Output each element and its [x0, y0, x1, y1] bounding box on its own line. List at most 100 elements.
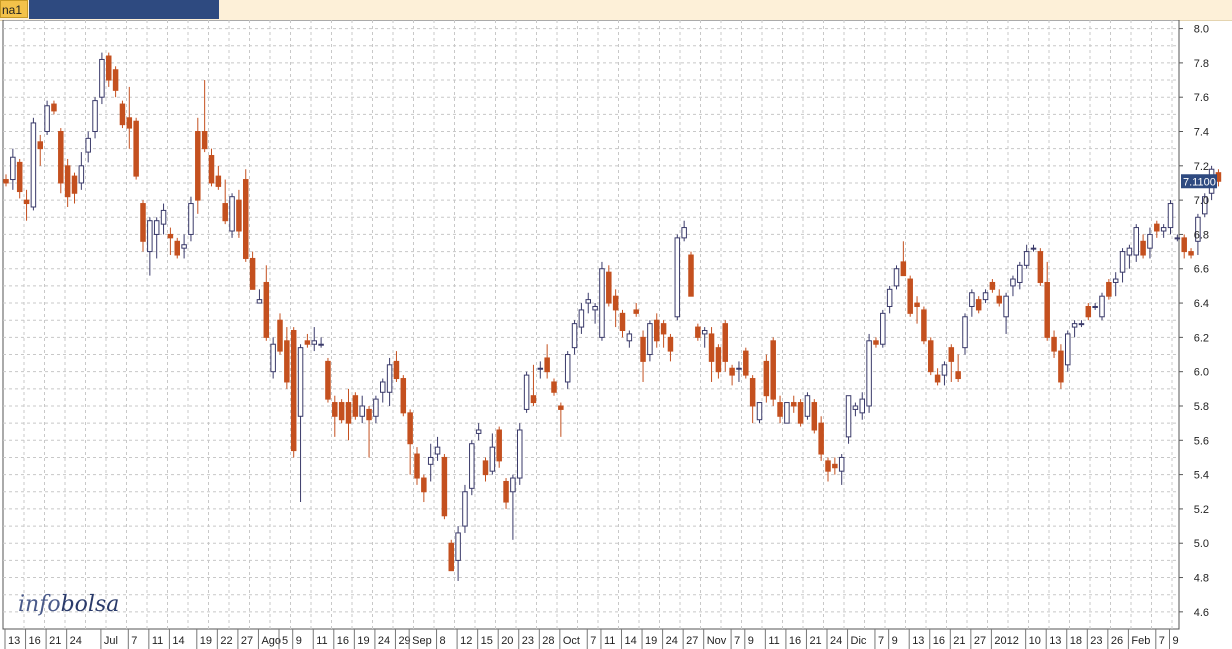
candle-body	[318, 343, 324, 346]
candle-body	[838, 456, 845, 472]
candle-body	[352, 395, 359, 417]
candle-body	[756, 402, 763, 421]
y-tick-label: 7.0	[1194, 195, 1209, 207]
candle-body	[195, 131, 201, 201]
candle-body	[928, 340, 934, 373]
candle-body	[667, 336, 674, 352]
y-tick-label: 7.4	[1194, 127, 1209, 139]
candle-body	[78, 165, 85, 184]
y-tick-label: 6.8	[1194, 229, 1209, 241]
x-tick-label: 18	[1070, 635, 1082, 647]
candle-body	[1154, 223, 1160, 232]
candle-body	[962, 316, 968, 349]
candle-body	[674, 237, 681, 318]
y-tick-label: 7.8	[1194, 58, 1209, 70]
candle-body	[167, 233, 174, 239]
candle-body	[523, 374, 530, 410]
candle-body	[1181, 237, 1187, 253]
candle-body	[1174, 237, 1181, 240]
y-tick-label: 7.6	[1194, 92, 1209, 104]
candle-body	[174, 240, 180, 256]
candle-body	[873, 340, 879, 345]
candle-body	[1017, 264, 1023, 283]
candle-body	[640, 336, 646, 362]
candle-body	[900, 261, 907, 277]
candle-body	[338, 402, 345, 421]
tab-strip[interactable]	[29, 0, 219, 19]
x-tick-label: 9	[892, 635, 898, 647]
x-tick-label: 7	[734, 635, 740, 647]
candle-body	[537, 367, 544, 370]
candle-body	[688, 254, 694, 297]
last-price-tag: 7.1100	[1181, 174, 1217, 189]
x-tick-label: 11	[604, 635, 615, 647]
candle-body	[345, 402, 352, 424]
candle-body	[16, 161, 23, 193]
x-tick-label: 24	[378, 635, 390, 647]
candle-body	[119, 103, 126, 126]
x-tick-label: 15	[481, 635, 493, 647]
x-tick-label: Feb	[1131, 635, 1150, 647]
candle-body	[578, 309, 585, 328]
candle-body	[729, 367, 735, 376]
candle-body	[585, 299, 591, 304]
candle-body	[1065, 333, 1071, 366]
candle-body	[112, 69, 119, 91]
candle-body	[982, 292, 989, 301]
candle-body	[284, 340, 290, 383]
y-tick-label: 5.8	[1194, 401, 1209, 413]
x-tick-label: 13	[8, 635, 20, 647]
x-tick-label: 10	[1029, 635, 1041, 647]
x-tick-label: 21	[49, 635, 61, 647]
x-tick-label: 22	[220, 635, 232, 647]
candle-body	[475, 429, 482, 434]
candle-body	[263, 281, 270, 338]
chart-tab[interactable]: na1	[0, 0, 28, 18]
x-tick-label: 19	[357, 635, 369, 647]
candle-body	[880, 312, 886, 345]
candle-body	[941, 364, 948, 376]
x-tick-label: Nov	[707, 635, 727, 647]
candle-body	[530, 395, 537, 404]
candle-body	[1133, 227, 1139, 256]
x-tick-label: 19	[645, 635, 657, 647]
candle-body	[64, 165, 71, 198]
candle-body	[1126, 247, 1133, 256]
candle-body	[85, 137, 91, 153]
y-tick-label: 6.2	[1194, 332, 1209, 344]
candle-body	[181, 244, 187, 249]
candle-body	[215, 175, 222, 187]
x-tick-label: 11	[316, 635, 327, 647]
x-tick-label: 11	[152, 635, 163, 647]
candle-body	[564, 354, 571, 383]
candle-body	[777, 402, 783, 417]
x-tick-label: 26	[1111, 635, 1123, 647]
candle-body	[421, 477, 427, 493]
candle-body	[1140, 240, 1146, 256]
candle-body	[784, 402, 790, 424]
candle-body	[1078, 323, 1085, 326]
y-tick-label: 5.0	[1194, 538, 1209, 550]
y-tick-label: 5.6	[1194, 435, 1209, 447]
candle-body	[1003, 295, 1009, 318]
candle-body	[311, 340, 317, 345]
plot-area	[2, 20, 1180, 630]
candle-body	[592, 305, 598, 311]
candle-body	[1058, 350, 1064, 383]
candle-body	[386, 364, 393, 393]
y-tick-label: 8.0	[1194, 24, 1209, 36]
candle-body	[482, 460, 489, 476]
x-tick-label: 11	[768, 635, 779, 647]
candle-body	[1160, 227, 1167, 232]
x-tick-label: Sep	[412, 635, 432, 647]
candle-body	[1106, 281, 1112, 297]
candle-body	[626, 333, 633, 342]
candle-body	[1092, 305, 1098, 308]
candle-body	[544, 357, 550, 373]
y-tick-label: 6.6	[1194, 264, 1209, 276]
candle-body	[832, 463, 838, 469]
candle-body	[647, 323, 653, 356]
x-tick-label: 23	[522, 635, 534, 647]
candle-body	[325, 360, 331, 400]
candle-body	[106, 55, 112, 81]
